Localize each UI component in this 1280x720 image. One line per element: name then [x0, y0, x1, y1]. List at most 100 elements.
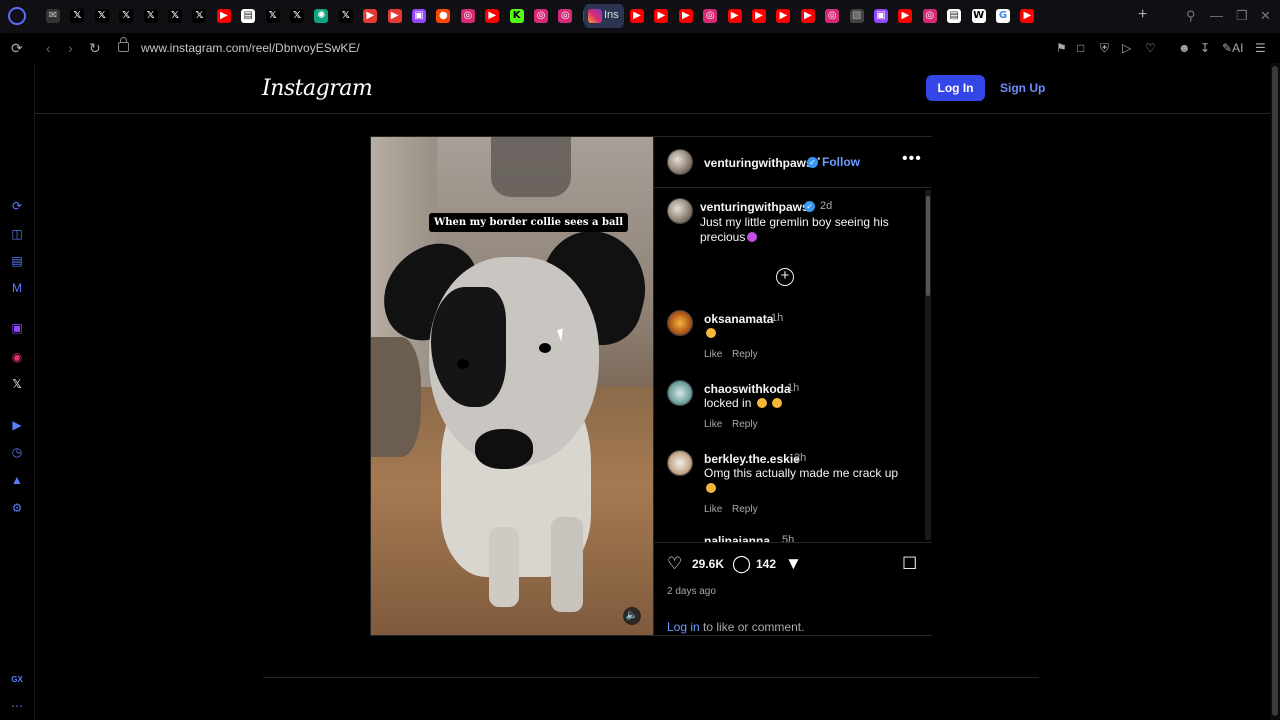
lock-icon[interactable] [118, 37, 129, 52]
play-icon[interactable]: ▶ [363, 9, 378, 23]
youtube-icon[interactable]: ▶ [800, 9, 815, 23]
minimize-icon[interactable]: — [1210, 8, 1223, 23]
author-username[interactable]: venturingwithpaws [704, 156, 813, 170]
instagram-icon[interactable]: ◎ [825, 9, 840, 23]
reel-video[interactable]: When my border collie sees a ball 🔈 [371, 137, 653, 635]
youtube-icon[interactable]: ▶ [776, 9, 791, 23]
player-icon[interactable]: ▶ [10, 418, 24, 432]
comments-scrollbar[interactable] [925, 190, 931, 540]
log-in-link[interactable]: Log in [667, 620, 700, 634]
youtube-icon[interactable]: ▶ [1020, 9, 1035, 23]
x-icon[interactable]: 𝕏 [168, 9, 182, 23]
comment-reply-button[interactable]: Reply [732, 419, 758, 430]
x-icon[interactable]: 𝕏 [94, 9, 109, 23]
comments-list[interactable]: venturingwithpaws ✓ 2d Just my little gr… [654, 188, 932, 543]
instagram-icon[interactable]: ◉ [10, 350, 24, 364]
comment-username[interactable]: berkley.the.eskie [704, 452, 800, 466]
gx-control-button[interactable]: GX [10, 673, 24, 687]
load-more-comments-icon[interactable]: + [776, 268, 794, 286]
ai-button[interactable]: ✎AI [1222, 41, 1243, 55]
comment-like-button[interactable]: Like [704, 419, 722, 430]
save-bookmark-icon[interactable]: ☐ [902, 554, 917, 574]
comment-like-button[interactable]: Like [704, 349, 722, 360]
youtube-icon[interactable]: ▶ [727, 9, 742, 23]
sign-up-link[interactable]: Sign Up [1000, 81, 1045, 95]
forward-icon[interactable]: › [68, 40, 73, 56]
kick-icon[interactable]: K [509, 9, 524, 23]
log-in-button[interactable]: Log In [926, 75, 985, 101]
play-icon[interactable]: ▶ [387, 9, 402, 23]
download-icon[interactable]: ↧ [1200, 41, 1210, 55]
mail-m-icon[interactable]: M [10, 281, 24, 295]
comment-avatar[interactable] [667, 450, 693, 476]
bag-icon[interactable]: ◫ [10, 227, 24, 241]
url-field[interactable]: www.instagram.com/reel/DbnvoyESwKE/ [141, 41, 360, 55]
settings-icon[interactable]: ⚙ [10, 501, 24, 515]
chatgpt-icon[interactable]: ✺ [314, 9, 329, 23]
x-icon[interactable]: 𝕏 [290, 9, 304, 23]
youtube-icon[interactable]: ▶ [216, 9, 231, 23]
author-avatar[interactable] [667, 149, 693, 175]
x-icon[interactable]: 𝕏 [265, 9, 280, 23]
extensions-icon[interactable]: ▲ [10, 473, 24, 487]
comment-reply-button[interactable]: Reply [732, 349, 758, 360]
comment-username[interactable]: chaoswithkoda [704, 382, 791, 396]
x-icon[interactable]: 𝕏 [143, 9, 158, 23]
close-icon[interactable]: ✕ [1260, 8, 1271, 24]
wikipedia-icon[interactable]: W [971, 9, 986, 23]
tab-instagram-active[interactable]: Ins [584, 4, 624, 28]
comments-scrollbar-thumb[interactable] [926, 196, 930, 296]
instagram-icon[interactable]: ◎ [460, 9, 475, 23]
x-icon[interactable]: 𝕏 [338, 9, 353, 23]
audio-toggle-button[interactable]: 🔈 [623, 607, 641, 625]
comment-avatar[interactable] [667, 380, 693, 406]
youtube-icon[interactable]: ▶ [898, 9, 913, 23]
caption-author-username[interactable]: venturingwithpaws [700, 200, 809, 214]
twitch-icon[interactable]: ▣ [10, 321, 24, 335]
more-icon[interactable]: ⋯ [10, 699, 24, 713]
restore-icon[interactable]: ❐ [1236, 8, 1248, 24]
document-icon[interactable]: ▤ [947, 9, 962, 23]
instagram-icon[interactable]: ◎ [558, 9, 573, 23]
send-icon[interactable]: ▷ [1122, 41, 1131, 55]
account-icon[interactable]: ☻ [1178, 41, 1191, 55]
youtube-icon[interactable]: ▶ [654, 9, 669, 23]
menu-icon[interactable]: ☰ [1255, 41, 1266, 55]
back-icon[interactable]: ‹ [46, 40, 51, 56]
comment-bubble-icon[interactable]: ◯ [732, 554, 751, 574]
twitch-icon[interactable]: ▣ [874, 9, 888, 23]
history-icon[interactable]: ◷ [10, 445, 24, 459]
youtube-icon[interactable]: ▶ [630, 9, 644, 23]
heart-bookmark-icon[interactable]: ♡ [1145, 41, 1156, 55]
shield-icon[interactable]: ⛨ [1100, 41, 1109, 56]
reddit-icon[interactable]: ● [436, 9, 451, 23]
pin-icon[interactable]: ⚑ [1056, 41, 1067, 55]
x-icon[interactable]: 𝕏 [10, 377, 24, 391]
snapshot-icon[interactable]: □ [1077, 41, 1084, 55]
twitch-icon[interactable]: ▣ [412, 9, 426, 23]
share-send-icon[interactable]: ▼ [785, 554, 802, 574]
instagram-icon[interactable]: ◎ [703, 9, 718, 23]
comment-reply-button[interactable]: Reply [732, 504, 758, 515]
search-tabs-icon[interactable]: ⚲ [1186, 8, 1196, 24]
x-icon[interactable]: 𝕏 [119, 9, 134, 23]
instagram-icon[interactable]: ◎ [534, 9, 548, 23]
youtube-icon[interactable]: ▶ [678, 9, 693, 23]
reload-icon[interactable]: ↻ [89, 40, 101, 57]
new-tab-plus-icon[interactable]: + [1138, 6, 1147, 24]
comment-like-button[interactable]: Like [704, 504, 722, 515]
comment-avatar[interactable] [667, 310, 693, 336]
instagram-logo[interactable]: Instagram [262, 76, 373, 101]
more-options-icon[interactable]: ••• [902, 150, 922, 168]
x-icon[interactable]: 𝕏 [70, 9, 85, 23]
like-heart-icon[interactable]: ♡ [667, 554, 682, 574]
speed-dial-icon[interactable]: ⟳ [10, 199, 24, 213]
google-icon[interactable]: G [996, 9, 1010, 23]
caption-author-avatar[interactable] [667, 198, 693, 224]
opera-gx-logo-icon[interactable] [8, 7, 26, 25]
document-icon[interactable]: ▤ [241, 9, 256, 23]
follow-button[interactable]: Follow [822, 155, 860, 169]
youtube-icon[interactable]: ▶ [752, 9, 766, 23]
instagram-icon[interactable]: ◎ [922, 9, 937, 23]
x-icon[interactable]: 𝕏 [192, 9, 207, 23]
